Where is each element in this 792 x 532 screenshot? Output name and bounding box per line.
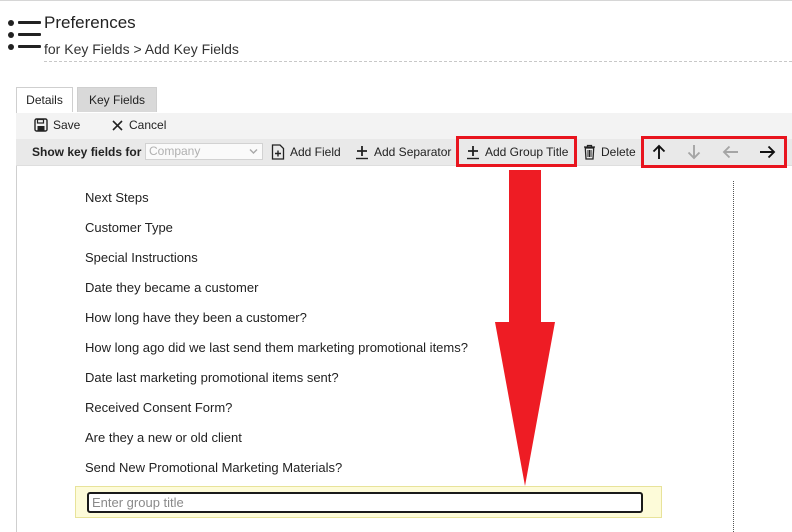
key-field-list: Next Steps Customer Type Special Instructi… — [85, 188, 468, 488]
arrow-left-icon[interactable] — [722, 144, 740, 160]
red-annotation-arrow-icon — [495, 170, 555, 486]
arrow-down-icon[interactable] — [685, 144, 703, 160]
key-field-item[interactable]: Special Instructions — [85, 248, 468, 278]
floppy-disk-icon — [34, 118, 48, 132]
entity-select-value: Company — [149, 144, 201, 158]
key-field-item[interactable]: Next Steps — [85, 188, 468, 218]
key-field-item[interactable]: Date last marketing promotional items se… — [85, 368, 468, 398]
key-field-item[interactable]: Received Consent Form? — [85, 398, 468, 428]
add-field-label: Add Field — [290, 145, 341, 159]
entity-select[interactable]: Company — [145, 143, 263, 160]
show-key-fields-label: Show key fields for — [32, 145, 142, 159]
group-title-row — [75, 486, 662, 518]
cancel-label: Cancel — [129, 118, 167, 132]
delete-label: Delete — [601, 145, 636, 159]
key-field-item[interactable]: Customer Type — [85, 218, 468, 248]
key-field-item[interactable]: Send New Promotional Marketing Materials… — [85, 458, 468, 488]
column-divider — [733, 181, 734, 532]
plus-icon — [356, 146, 368, 160]
tab-details[interactable]: Details — [16, 87, 73, 112]
cancel-button[interactable]: Cancel — [111, 118, 166, 132]
header-divider — [44, 61, 792, 62]
group-title-input[interactable] — [87, 492, 643, 513]
page-title: Preferences — [44, 13, 136, 32]
add-separator-label: Add Separator — [374, 145, 452, 159]
save-label: Save — [53, 118, 81, 132]
chevron-down-icon — [249, 149, 258, 154]
key-field-item[interactable]: Are they a new or old client — [85, 428, 468, 458]
top-divider — [0, 0, 792, 1]
tab-key-fields[interactable]: Key Fields — [77, 87, 157, 112]
add-field-icon — [271, 144, 285, 160]
x-close-icon — [112, 119, 123, 131]
add-separator-button[interactable]: Add Separator — [355, 144, 451, 160]
arrow-up-icon[interactable] — [650, 144, 668, 160]
trash-icon — [584, 144, 595, 160]
key-field-item[interactable]: How long have they been a customer? — [85, 308, 468, 338]
menu-list-icon[interactable] — [8, 18, 42, 52]
save-button[interactable]: Save — [34, 118, 80, 132]
delete-button[interactable]: Delete — [583, 144, 636, 160]
key-field-item[interactable]: Date they became a customer — [85, 278, 468, 308]
breadcrumb: for Key Fields > Add Key Fields — [44, 41, 239, 57]
add-group-title-highlight — [456, 136, 577, 167]
key-field-item[interactable]: How long ago did we last send them marke… — [85, 338, 468, 368]
arrow-right-icon[interactable] — [758, 144, 776, 160]
add-field-button[interactable]: Add Field — [271, 144, 341, 160]
